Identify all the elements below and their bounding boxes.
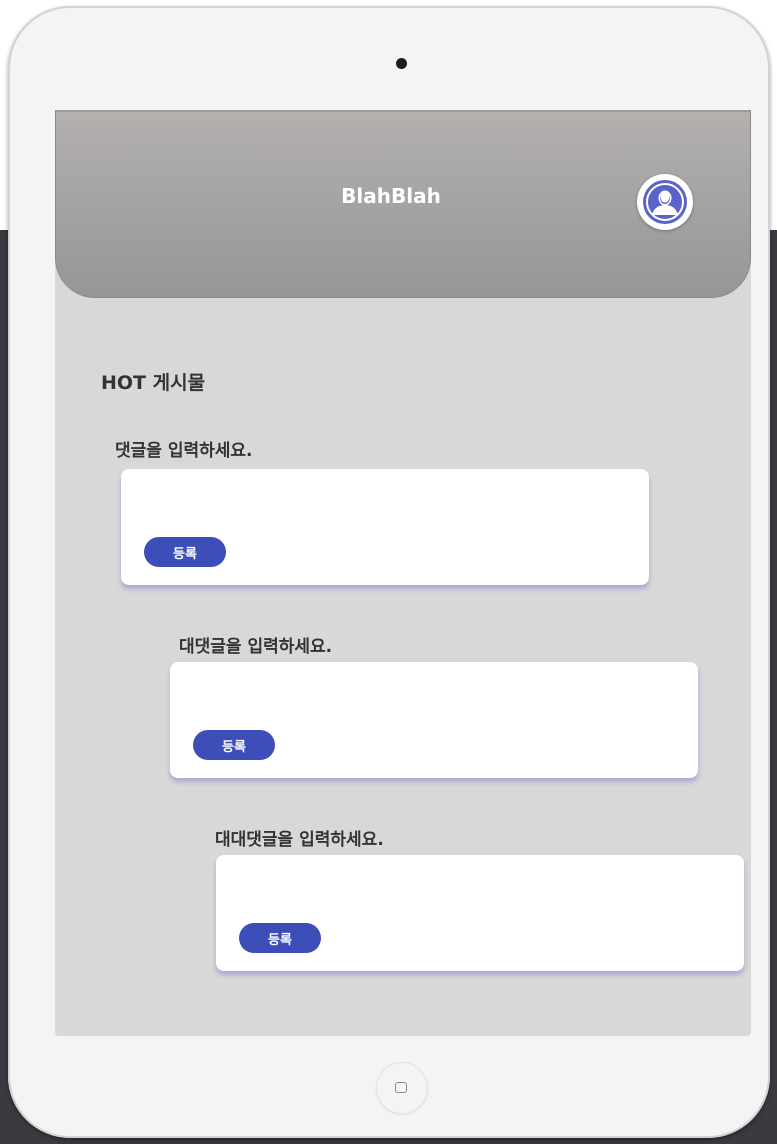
nested-reply-input[interactable] xyxy=(228,865,732,919)
reply-label: 대댓글을 입력하세요. xyxy=(179,637,333,657)
nested-reply-label: 대대댓글을 입력하세요. xyxy=(215,830,384,850)
user-avatar-svg xyxy=(643,180,687,224)
comment-input[interactable] xyxy=(133,479,637,533)
tablet-frame: BlahBlah HOT 게시물 댓글을 입력하세요. 등록 대댓글을 입력하세… xyxy=(8,6,770,1138)
home-square-icon xyxy=(395,1082,407,1093)
nested-reply-submit-button[interactable]: 등록 xyxy=(239,923,321,953)
app-title: BlahBlah xyxy=(341,184,441,208)
section-title: HOT 게시물 xyxy=(101,372,206,394)
nested-reply-box: 등록 xyxy=(216,855,744,971)
user-avatar-icon[interactable] xyxy=(637,174,693,230)
comment-submit-button[interactable]: 등록 xyxy=(144,537,226,567)
camera-icon xyxy=(396,58,407,69)
reply-box: 등록 xyxy=(170,662,698,778)
app-header: BlahBlah xyxy=(55,110,751,298)
app-screen: BlahBlah HOT 게시물 댓글을 입력하세요. 등록 대댓글을 입력하세… xyxy=(55,110,751,1036)
comment-label: 댓글을 입력하세요. xyxy=(115,441,253,461)
reply-submit-button[interactable]: 등록 xyxy=(193,730,275,760)
comment-box: 등록 xyxy=(121,469,649,585)
home-button[interactable] xyxy=(376,1062,428,1114)
reply-input[interactable] xyxy=(182,672,686,726)
